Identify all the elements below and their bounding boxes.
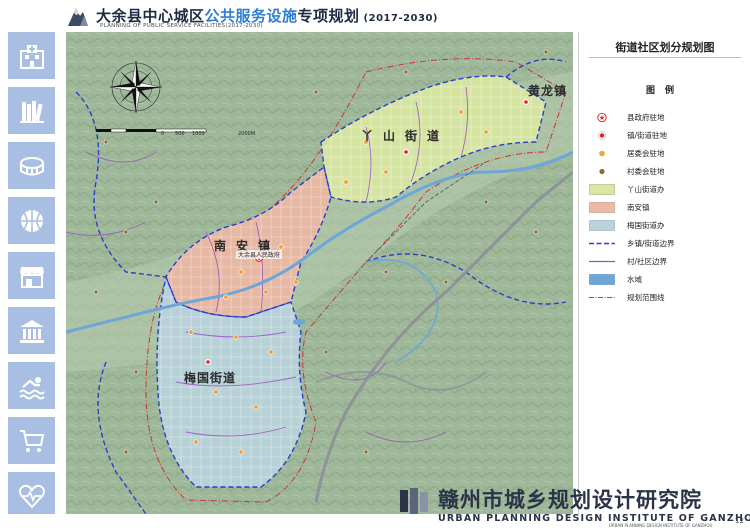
legend-item-water: 水域 [589, 273, 642, 285]
legend-divider [589, 57, 741, 58]
town-seat-icon [597, 130, 607, 140]
category-sidebar [8, 32, 55, 527]
label-meiguo: 梅国街道 [184, 371, 237, 385]
title-years: (2017-2030) [363, 13, 439, 24]
yashan-swatch-icon [589, 183, 615, 195]
legend-item-village-committee: 村委会驻地 [589, 165, 665, 177]
sidebar-item-shopping[interactable] [8, 417, 55, 464]
sidebar-item-sports[interactable] [8, 197, 55, 244]
legend-item-yashan: 丫山街道办 [589, 183, 665, 195]
scale-label-500: 500 [175, 131, 185, 137]
sidebar-item-government[interactable] [8, 307, 55, 354]
sidebar-item-stadium[interactable] [8, 142, 55, 189]
scale-label-1000: 1000 [192, 131, 205, 137]
legend-label: 乡镇/街道边界 [627, 238, 675, 248]
institute-name-cn: 赣州市城乡规划设计研究院 [438, 488, 702, 512]
legend-label: 村/社区边界 [627, 256, 668, 266]
legend-label: 丫山街道办 [627, 184, 665, 194]
stadium-icon [19, 156, 44, 175]
legend-heading: 图例 [645, 86, 684, 96]
legend-label: 县政府驻地 [627, 112, 665, 122]
water-swatch-icon [589, 273, 615, 285]
basketball-icon [20, 209, 43, 232]
legend-panel: 街道社区划分规划图 图例 ★ 县政府驻地 镇/街道驻地 居委会驻地 村委会驻地 … [578, 32, 750, 514]
map-base: ★ [66, 32, 573, 514]
legend-item-nanan: 南安镇 [589, 201, 650, 213]
shopping-cart-icon [19, 429, 44, 452]
sidebar-item-hospital[interactable] [8, 32, 55, 79]
label-huanglong: 黄龙镇 [528, 84, 568, 98]
legend-label: 镇/街道驻地 [627, 130, 668, 140]
title-suffix: 专项规划 [297, 7, 360, 25]
scale-label-2000: 2000M [238, 131, 256, 137]
legend-item-planning-boundary: 规划范围线 [589, 291, 665, 303]
legend-item-residents-committee: 居委会驻地 [589, 147, 665, 159]
legend-label: 规划范围线 [627, 292, 665, 302]
header: 大余县中心城区公共服务设施专项规划 (2017-2030) PLANNING OF… [0, 0, 750, 32]
sidebar-item-market[interactable] [8, 252, 55, 299]
scale-bar [96, 128, 207, 133]
planning-map[interactable]: ★ 0 500 1000 2000M 黄龙镇 丫山街道 南安镇 梅国街道 大余县… [66, 32, 573, 514]
planning-boundary-line-icon [589, 296, 615, 298]
swimming-icon [18, 376, 45, 399]
legend-label: 南安镇 [627, 202, 650, 212]
logo-mountain-icon [68, 8, 88, 26]
svg-text:★: ★ [599, 114, 605, 122]
page-number: 12 [735, 517, 744, 525]
legend-item-meiguo: 梅国街道办 [589, 219, 665, 231]
legend-label: 村委会驻地 [627, 166, 665, 176]
legend-label: 居委会驻地 [627, 148, 665, 158]
nanan-swatch-icon [589, 201, 615, 213]
legend-item-village-boundary: 村/社区边界 [589, 255, 667, 267]
legend-item-town-seat: 镇/街道驻地 [589, 129, 667, 141]
sidebar-item-swimming[interactable] [8, 362, 55, 409]
label-county-government: 大余县人民政府 [236, 250, 283, 259]
legend-item-town-boundary: 乡镇/街道边界 [589, 237, 675, 249]
village-boundary-line-icon [589, 260, 615, 262]
legend-item-county-seat: ★ 县政府驻地 [589, 111, 665, 123]
legend-label: 梅国街道办 [627, 220, 665, 230]
village-committee-icon [599, 168, 605, 174]
county-seat-icon: ★ [597, 112, 607, 122]
residents-committee-icon [599, 150, 605, 156]
town-boundary-line-icon [589, 242, 615, 244]
page-subtitle: PLANNING OF PUBLIC SERVICE FACILITIES(20… [100, 23, 263, 29]
hospital-icon [19, 44, 44, 69]
legend-title: 街道社区划分规划图 [615, 41, 715, 54]
sidebar-item-library[interactable] [8, 87, 55, 134]
sidebar-item-health[interactable] [8, 472, 55, 519]
legend-label: 水域 [627, 274, 642, 284]
institute-name-en-small: URBAN PLANNING DESIGN INSTITUTE OF GANZH… [609, 523, 713, 528]
label-yashan: 丫山街道 [361, 129, 450, 143]
market-icon [19, 266, 44, 288]
scale-label-0: 0 [161, 131, 165, 137]
meiguo-swatch-icon [589, 219, 615, 231]
health-heart-icon [18, 484, 45, 508]
books-icon [19, 100, 44, 123]
government-building-icon [19, 319, 44, 343]
institute-logo-icon [400, 488, 428, 514]
